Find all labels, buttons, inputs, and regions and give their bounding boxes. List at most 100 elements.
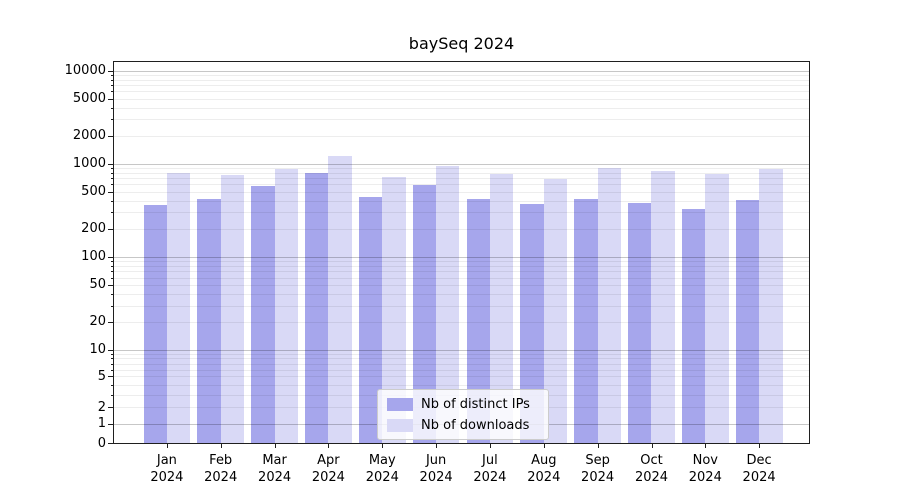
x-axis-tick	[759, 443, 761, 448]
legend-swatch-distinct-ips	[387, 397, 413, 411]
bar-distinct-ips-oct	[628, 202, 652, 443]
y-axis-tick	[108, 349, 114, 351]
y-axis-tick-label: 2	[97, 399, 106, 415]
minor-gridline	[114, 91, 809, 93]
minor-gridline	[114, 75, 809, 76]
y-axis-minor-tick	[111, 369, 114, 371]
y-axis-tick-label: 5000	[72, 91, 106, 107]
bar-distinct-ips-feb	[197, 199, 221, 443]
y-axis-minor-tick	[111, 91, 114, 93]
y-axis-tick	[108, 284, 114, 286]
x-axis-tick	[382, 443, 384, 448]
y-axis-tick	[108, 443, 114, 444]
minor-gridline	[114, 119, 809, 121]
y-axis-tick	[108, 98, 114, 100]
x-axis-tick	[489, 443, 491, 448]
bar-downloads-sep	[597, 168, 621, 443]
minor-gridline	[114, 135, 809, 137]
y-axis-tick-label: 200	[81, 221, 106, 237]
legend-label-downloads: Nb of downloads	[421, 417, 530, 433]
y-axis-minor-tick	[111, 172, 114, 174]
y-axis-tick-label: 20	[89, 314, 106, 330]
y-axis-minor-tick	[111, 394, 114, 396]
y-axis-tick	[108, 191, 114, 193]
y-axis-tick-label: 100	[81, 249, 106, 265]
y-axis-tick-label: 1000	[72, 156, 106, 172]
bar-downloads-dec	[759, 169, 783, 443]
bar-distinct-ips-sep	[574, 198, 598, 443]
bar-distinct-ips-mar	[251, 186, 275, 443]
bar-downloads-apr	[328, 155, 352, 443]
y-axis-minor-tick	[111, 358, 114, 360]
y-axis-tick-label: 500	[81, 184, 106, 200]
download-stats-chart: baySeq 2024 Nb of distinct IPs Nb of dow…	[0, 0, 900, 500]
bar-downloads-feb	[220, 175, 245, 443]
x-axis-tick	[543, 443, 545, 448]
y-axis-minor-tick	[111, 265, 114, 267]
legend-label-distinct-ips: Nb of distinct IPs	[421, 396, 530, 412]
x-label-year: 2024	[742, 469, 776, 485]
bar-downloads-jan	[166, 173, 191, 443]
x-axis-tick	[651, 443, 653, 448]
x-axis-tick	[597, 443, 599, 448]
y-axis-minor-tick	[111, 277, 114, 279]
x-axis-tick	[274, 443, 276, 448]
y-axis-minor-tick	[111, 353, 114, 355]
legend-item-downloads: Nb of downloads	[387, 417, 539, 433]
major-gridline	[114, 70, 809, 72]
y-axis-minor-tick	[111, 168, 114, 169]
x-label-month: Dec	[746, 453, 772, 468]
bar-downloads-oct	[651, 170, 675, 443]
x-axis-tick	[220, 443, 222, 448]
y-axis-tick	[108, 407, 114, 409]
x-axis-tick-label: Dec 2024	[724, 453, 794, 486]
y-axis-tick	[108, 228, 114, 230]
y-axis-tick-label: 1	[97, 416, 106, 431]
minor-gridline	[114, 107, 809, 109]
y-axis-minor-tick	[111, 107, 114, 109]
x-axis-tick	[436, 443, 438, 448]
bar-downloads-mar	[274, 169, 298, 443]
minor-gridline	[114, 79, 809, 81]
minor-gridline	[114, 168, 809, 169]
bar-downloads-nov	[705, 173, 729, 443]
y-axis-tick	[108, 321, 114, 323]
legend-swatch-downloads	[387, 418, 413, 432]
bar-distinct-ips-nov	[681, 208, 706, 443]
y-axis-minor-tick	[111, 119, 114, 121]
y-axis-minor-tick	[111, 384, 114, 386]
bar-distinct-ips-apr	[305, 173, 329, 443]
y-axis-tick-label: 50	[89, 277, 106, 293]
minor-gridline	[114, 85, 809, 87]
y-axis-tick-label: 5	[97, 368, 106, 384]
bar-distinct-ips-dec	[735, 200, 760, 443]
chart-title: baySeq 2024	[408, 34, 515, 53]
bar-distinct-ips-jan	[143, 204, 167, 443]
x-axis-tick	[328, 443, 330, 448]
y-axis-minor-tick	[111, 212, 114, 214]
y-axis-tick	[108, 135, 114, 137]
y-axis-minor-tick	[111, 79, 114, 81]
y-axis-tick	[108, 256, 114, 258]
y-axis-minor-tick	[111, 178, 114, 180]
y-axis-minor-tick	[111, 271, 114, 273]
y-axis-minor-tick	[111, 261, 114, 263]
y-axis-minor-tick	[111, 85, 114, 87]
y-axis-minor-tick	[111, 75, 114, 76]
legend: Nb of distinct IPs Nb of downloads	[377, 389, 549, 440]
plot-area: Nb of distinct IPs Nb of downloads	[113, 61, 810, 444]
y-axis-minor-tick	[111, 184, 114, 186]
x-axis-tick	[705, 443, 707, 448]
x-axis-tick	[166, 443, 168, 448]
y-axis-tick	[108, 163, 114, 165]
y-axis-tick	[108, 423, 114, 425]
y-axis-minor-tick	[111, 363, 114, 365]
y-axis-tick-label: 0	[97, 435, 106, 451]
y-axis-tick	[108, 70, 114, 72]
y-axis-tick-label: 10000	[64, 63, 106, 79]
y-axis-tick	[108, 376, 114, 378]
y-axis-minor-tick	[111, 305, 114, 307]
y-axis-tick-label: 10	[89, 342, 106, 357]
y-axis-minor-tick	[111, 293, 114, 295]
y-axis-minor-tick	[111, 200, 114, 202]
